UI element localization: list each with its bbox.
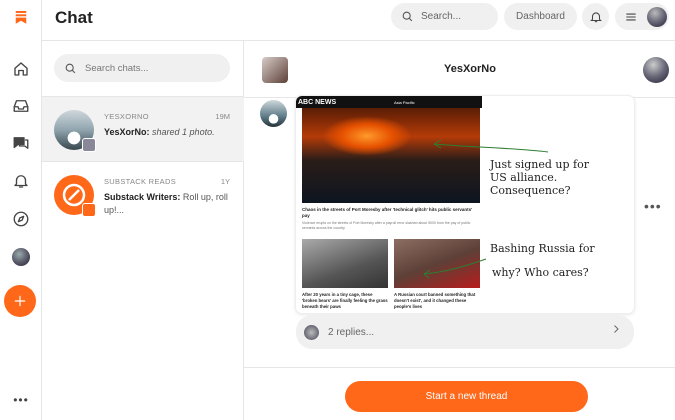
page-title: Chat	[55, 8, 93, 27]
divider	[244, 367, 675, 368]
app-root: ••• Chat Search... Dashboard Search chat…	[0, 0, 675, 420]
profile-avatar-image	[12, 248, 30, 266]
annotation-bottom-2: why? Who cares?	[492, 266, 589, 279]
chat-preview-text: shared 1 photo.	[152, 127, 215, 137]
compass-icon[interactable]	[4, 202, 38, 236]
plus-icon	[14, 295, 26, 307]
shared-photo[interactable]: ABC NEWS Asia Pacific Chaos in the stree…	[296, 96, 634, 313]
reply-avatar	[304, 324, 319, 340]
author-avatar[interactable]	[643, 57, 669, 83]
home-icon[interactable]	[4, 52, 38, 86]
create-plus-button[interactable]	[4, 285, 36, 317]
left-sidebar: •••	[0, 0, 42, 420]
substack-logo-icon[interactable]	[4, 0, 38, 34]
annotation-bottom-1: Bashing Russia for	[490, 242, 595, 255]
global-search-input[interactable]: Search...	[391, 3, 498, 30]
replies-button[interactable]: 2 replies...	[296, 315, 634, 349]
annotation-top: Just signed up for US alliance. Conseque…	[490, 158, 589, 197]
replies-label: 2 replies...	[328, 326, 375, 338]
bell-icon[interactable]	[4, 164, 38, 198]
search-icon	[402, 11, 413, 22]
chat-time: 19M	[215, 112, 230, 121]
notifications-button[interactable]	[582, 3, 609, 30]
group-avatar[interactable]	[262, 57, 288, 83]
post-author-avatar[interactable]	[260, 100, 287, 127]
chat-name: SUBSTACK READS	[104, 177, 176, 186]
chat-search-input[interactable]: Search chats...	[54, 54, 230, 82]
chat-preview-sender: Substack Writers:	[104, 192, 181, 202]
message-more-options[interactable]: •••	[644, 198, 662, 214]
conversation-panel: YesXorNo ABC NEWS Asia Pacific Chaos in …	[244, 41, 675, 420]
annotation-arrows	[423, 139, 549, 279]
account-menu-button[interactable]	[615, 3, 669, 30]
bell-icon	[589, 11, 602, 22]
dashboard-button[interactable]: Dashboard	[504, 3, 577, 30]
account-avatar	[647, 6, 667, 27]
chevron-right-icon	[610, 323, 622, 338]
global-search-placeholder: Search...	[421, 11, 462, 22]
conversation-title: YesXorNo	[444, 63, 496, 75]
profile-avatar[interactable]	[4, 240, 38, 274]
chat-name: YESXORNO	[104, 112, 149, 121]
chat-search-placeholder: Search chats...	[85, 62, 149, 74]
start-new-thread-button[interactable]: Start a new thread	[345, 381, 588, 412]
chat-avatar-badge	[82, 203, 96, 217]
chat-list-panel: Search chats... YESXORNO 19M YesXorNo: s…	[42, 41, 244, 420]
chat-avatar-badge	[82, 138, 96, 152]
chat-icon[interactable]	[4, 126, 38, 160]
chat-preview-sender: YesXorNo:	[104, 127, 150, 137]
chat-list-item[interactable]: SUBSTACK READS 1Y Substack Writers: Roll…	[42, 162, 244, 228]
chat-list-item[interactable]: YESXORNO 19M YesXorNo: shared 1 photo.	[42, 96, 244, 162]
chat-time: 1Y	[220, 177, 230, 186]
search-icon	[65, 63, 76, 73]
hamburger-icon	[626, 13, 636, 20]
inbox-icon[interactable]	[4, 89, 38, 123]
chat-preview: YesXorNo: shared 1 photo.	[104, 126, 234, 139]
conversation-header: YesXorNo	[244, 41, 675, 98]
top-header: Chat Search... Dashboard	[42, 0, 675, 41]
more-icon[interactable]: •••	[4, 383, 38, 417]
chat-preview: Substack Writers: Roll up, roll up!...	[104, 191, 234, 217]
